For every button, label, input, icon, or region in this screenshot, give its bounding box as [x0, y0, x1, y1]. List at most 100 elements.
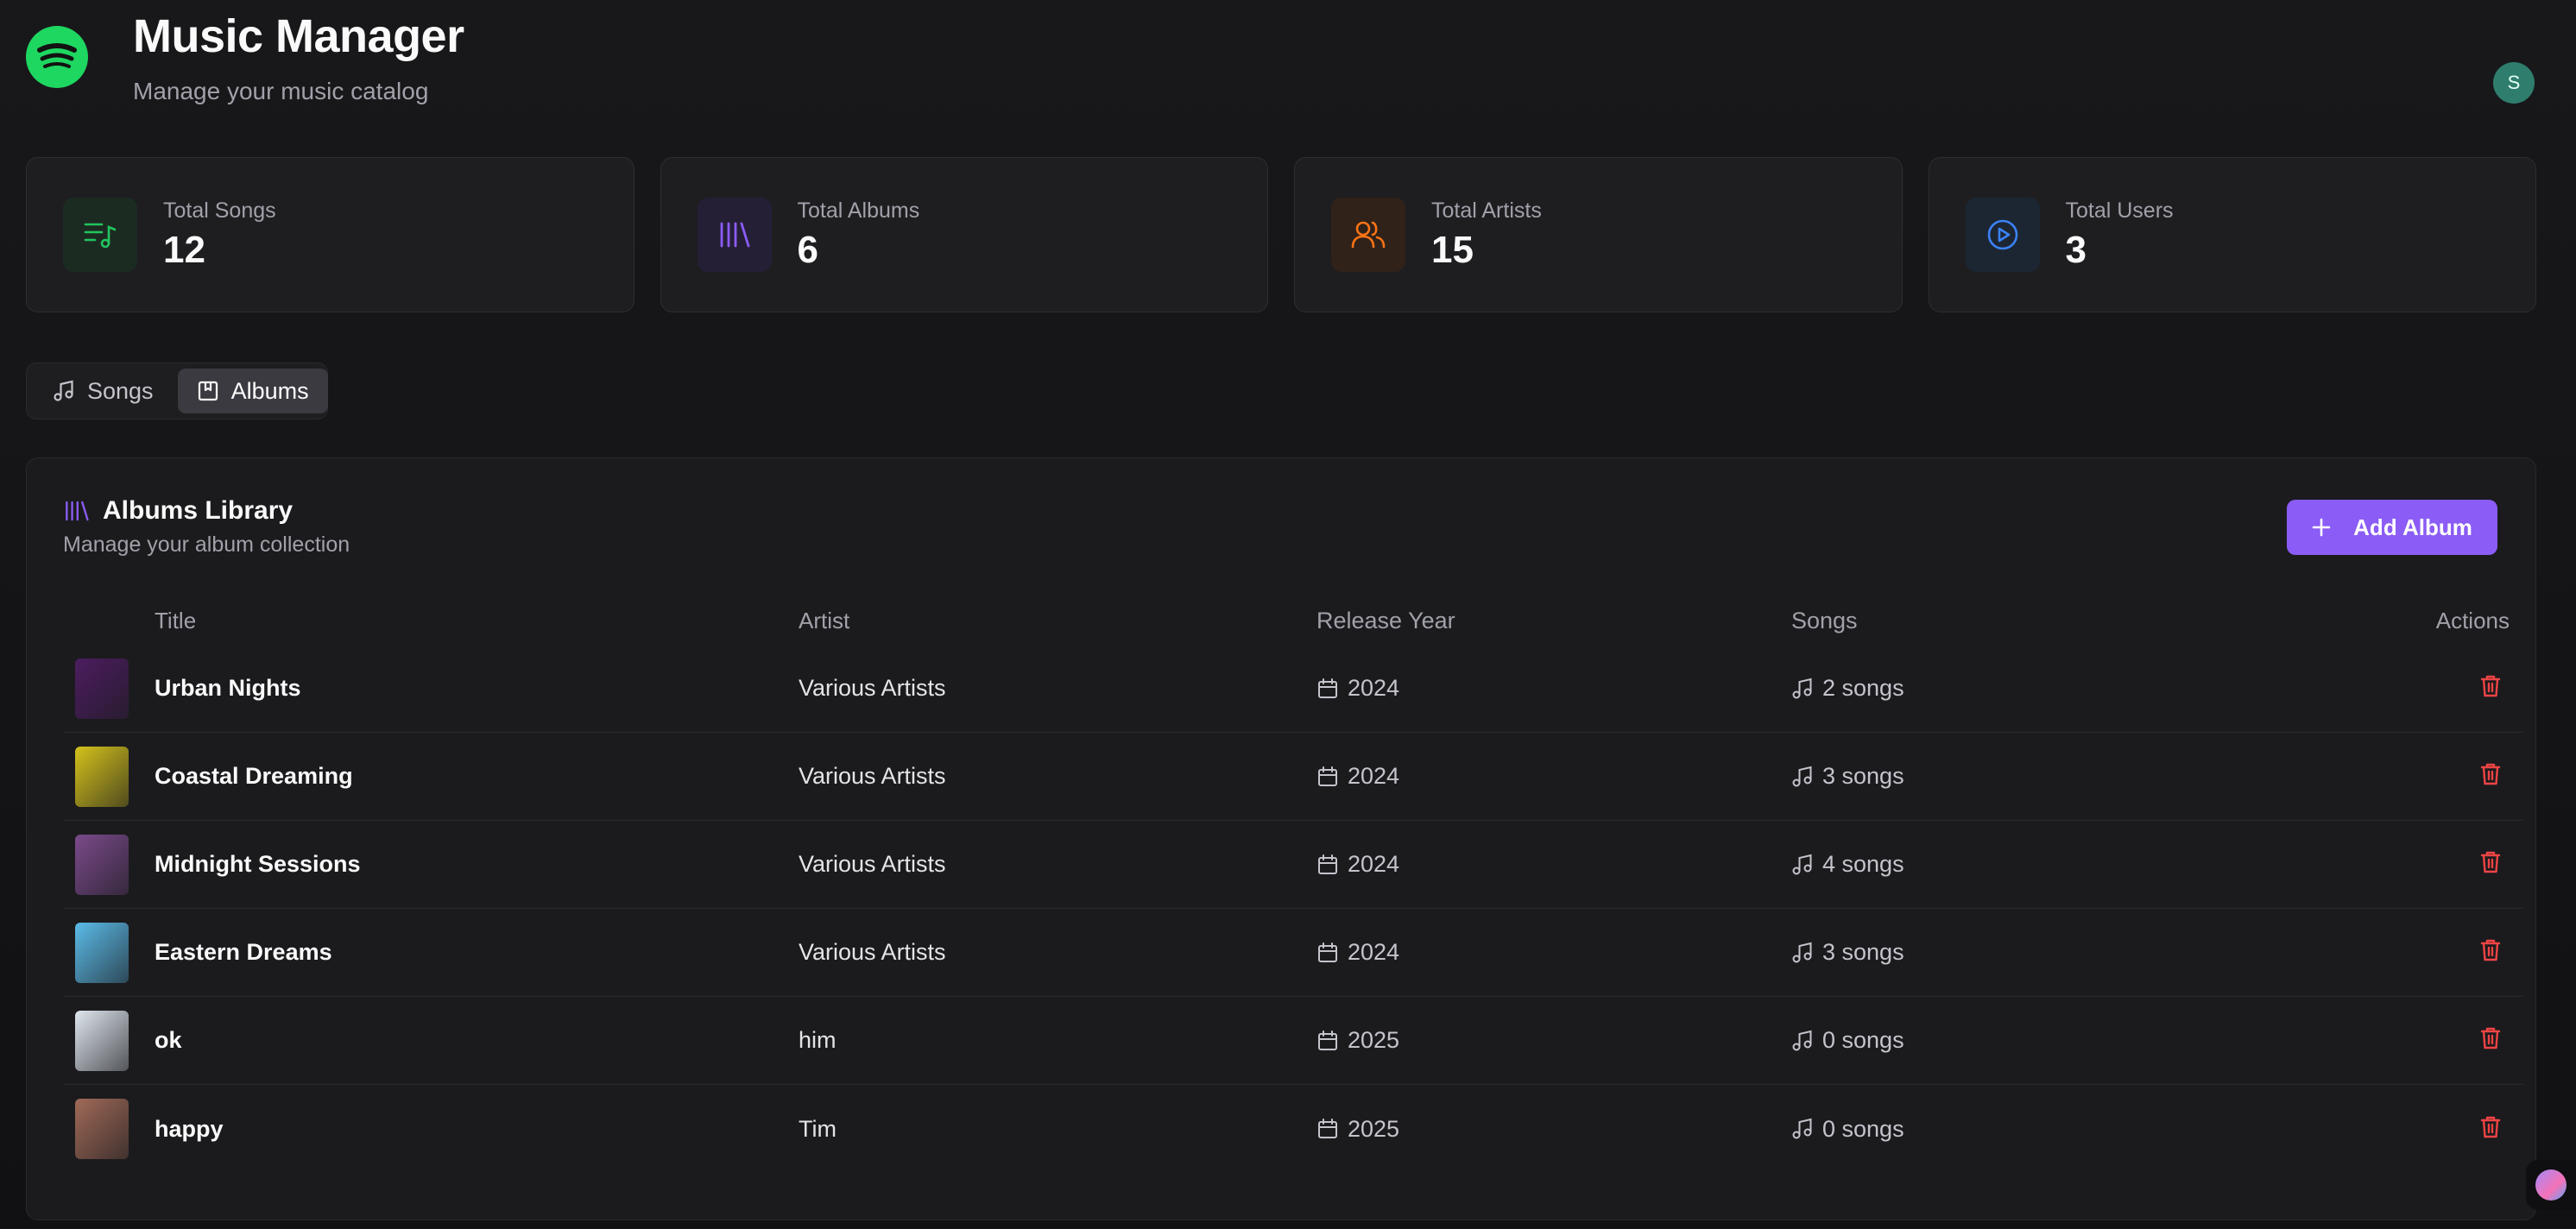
header-songs: Songs	[1791, 607, 1858, 633]
trash-icon	[2479, 938, 2502, 967]
release-year: 2025	[1316, 1116, 1791, 1143]
stat-label: Total Users	[2065, 198, 2174, 223]
stat-value: 12	[163, 228, 205, 271]
release-year: 2025	[1316, 1027, 1791, 1054]
song-count-value: 0 songs	[1822, 1027, 1904, 1053]
album-cover	[75, 746, 129, 807]
plus-icon	[2312, 518, 2331, 537]
trash-icon	[2479, 674, 2502, 703]
album-artist: him	[799, 1027, 837, 1053]
song-count: 3 songs	[1791, 939, 2309, 966]
delete-album-button[interactable]	[2472, 1110, 2510, 1148]
music-note-icon	[1792, 766, 1812, 786]
panel-title: Albums Library	[103, 496, 294, 525]
album-cover	[75, 1010, 129, 1071]
stat-label: Total Artists	[1431, 198, 1542, 223]
song-count-value: 0 songs	[1822, 1115, 1904, 1142]
calendar-icon	[1318, 854, 1337, 874]
header-title: Title	[155, 607, 197, 633]
assistant-widget-button[interactable]	[2526, 1160, 2576, 1210]
table-row[interactable]: Midnight Sessions Various Artists 2024 4 so…	[63, 821, 2523, 909]
delete-album-button[interactable]	[2472, 1022, 2510, 1060]
stat-card-albums: Total Albums 6	[660, 157, 1268, 312]
song-count: 0 songs	[1791, 1116, 2309, 1143]
delete-album-button[interactable]	[2472, 934, 2510, 972]
album-title: happy	[155, 1115, 224, 1142]
view-tabs: Songs Albums	[26, 362, 328, 419]
tab-label: Songs	[87, 377, 154, 404]
release-year-value: 2024	[1348, 675, 1400, 701]
trash-icon	[2479, 1026, 2502, 1055]
library-icon	[697, 198, 772, 272]
album-icon	[198, 381, 218, 401]
header-actions: Actions	[2435, 607, 2510, 633]
release-year-value: 2024	[1348, 763, 1400, 789]
album-artist: Various Artists	[799, 939, 946, 965]
stat-value: 3	[2065, 228, 2087, 271]
delete-album-button[interactable]	[2472, 846, 2510, 884]
table-header: Title Artist Release Year Songs Actions	[63, 596, 2523, 645]
page-title: Music Manager	[133, 10, 464, 62]
spotify-logo-icon[interactable]	[26, 26, 88, 88]
albums-library-panel: Albums Library Manage your album collect…	[26, 457, 2536, 1220]
album-artist: Various Artists	[799, 763, 946, 789]
release-year: 2024	[1316, 939, 1791, 966]
calendar-icon	[1318, 942, 1337, 962]
add-album-label: Add Album	[2353, 514, 2472, 540]
song-count: 3 songs	[1791, 763, 2309, 790]
release-year-value: 2025	[1348, 1027, 1400, 1053]
app-header: Music Manager Manage your music catalog	[26, 7, 464, 105]
delete-album-button[interactable]	[2472, 670, 2510, 708]
add-album-button[interactable]: Add Album	[2287, 500, 2497, 555]
calendar-icon	[1318, 1030, 1337, 1050]
trash-icon	[2479, 762, 2502, 791]
table-row[interactable]: Coastal Dreaming Various Artists 2024 3 son…	[63, 733, 2523, 821]
song-count-value: 3 songs	[1822, 939, 1904, 965]
panel-description: Manage your album collection	[63, 533, 350, 557]
release-year: 2024	[1316, 763, 1791, 790]
album-title: Coastal Dreaming	[155, 763, 353, 789]
stat-label: Total Albums	[797, 198, 920, 223]
stat-value: 15	[1431, 228, 1474, 271]
stat-card-artists: Total Artists 15	[1294, 157, 1903, 312]
album-title: ok	[155, 1027, 182, 1053]
table-body: Urban Nights Various Artists 2024 2 songs Co…	[63, 645, 2523, 1173]
header-artist: Artist	[799, 607, 850, 633]
album-cover	[75, 1099, 129, 1159]
tab-albums[interactable]: Albums	[177, 369, 328, 413]
users-icon	[1331, 198, 1405, 272]
album-cover	[75, 922, 129, 983]
calendar-icon	[1318, 678, 1337, 698]
song-count: 2 songs	[1791, 675, 2309, 702]
song-count: 4 songs	[1791, 851, 2309, 878]
assistant-avatar-icon	[2535, 1169, 2567, 1201]
tab-songs[interactable]: Songs	[34, 369, 173, 413]
table-row[interactable]: ok him 2025 0 songs	[63, 997, 2523, 1085]
song-count: 0 songs	[1791, 1027, 2309, 1054]
table-row[interactable]: Eastern Dreams Various Artists 2024 3 songs	[63, 909, 2523, 997]
play-circle-icon	[1965, 198, 2040, 272]
stats-row: Total Songs 12 Total Albums 6 Total Arti…	[26, 157, 2536, 312]
user-avatar[interactable]: S	[2493, 62, 2535, 104]
trash-icon	[2479, 850, 2502, 879]
page-subtitle: Manage your music catalog	[133, 78, 429, 104]
header-release-year: Release Year	[1316, 607, 1455, 633]
album-title: Eastern Dreams	[155, 939, 332, 965]
table-row[interactable]: Urban Nights Various Artists 2024 2 songs	[63, 645, 2523, 733]
album-title: Urban Nights	[155, 675, 301, 701]
release-year-value: 2025	[1348, 1115, 1400, 1142]
album-artist: Various Artists	[799, 675, 946, 701]
release-year-value: 2024	[1348, 939, 1400, 965]
library-icon	[66, 501, 89, 521]
stat-card-songs: Total Songs 12	[26, 157, 635, 312]
music-note-icon	[54, 380, 73, 401]
table-row[interactable]: happy Tim 2025 0 songs	[63, 1085, 2523, 1173]
delete-album-button[interactable]	[2472, 758, 2510, 796]
release-year: 2024	[1316, 851, 1791, 878]
tab-label: Albums	[230, 377, 309, 404]
album-title: Midnight Sessions	[155, 851, 361, 877]
album-artist: Tim	[799, 1115, 837, 1142]
album-cover	[75, 658, 129, 719]
release-year: 2024	[1316, 675, 1791, 702]
album-cover	[75, 834, 129, 895]
